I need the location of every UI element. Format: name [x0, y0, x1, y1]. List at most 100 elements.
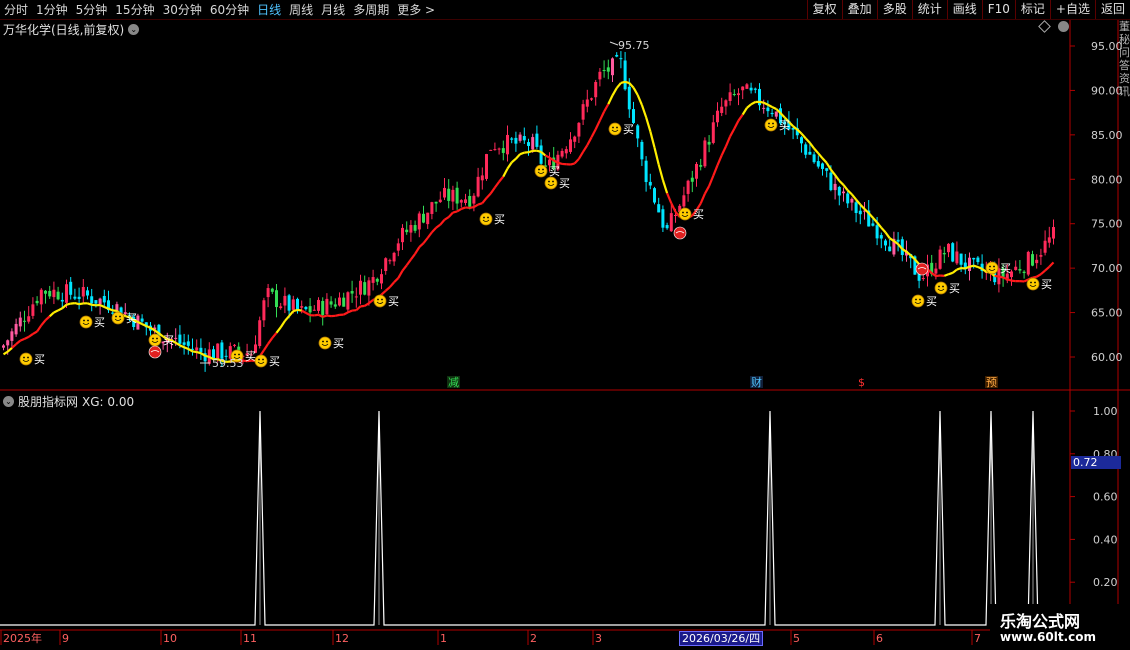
buy-signal-marker[interactable]: 买 — [608, 122, 634, 136]
sell-signal-marker[interactable] — [915, 262, 929, 276]
sell-signal-marker[interactable] — [148, 345, 162, 359]
ma-line-segment — [598, 111, 606, 121]
ma-line-segment — [998, 275, 1004, 279]
event-marker[interactable]: 财 — [751, 375, 762, 389]
candle-body — [497, 148, 501, 150]
ma-line-segment — [611, 87, 618, 96]
ma-line-segment — [422, 237, 429, 244]
candle-body — [2, 345, 5, 348]
ma-line-segment — [343, 311, 349, 316]
indicator-current-value: 0.72 — [1071, 456, 1121, 469]
candle-body — [287, 295, 291, 311]
candle-body — [1047, 237, 1051, 243]
ma-line-segment — [326, 314, 332, 318]
candle-body — [493, 149, 497, 151]
buy-signal-marker[interactable]: 买 — [534, 164, 560, 178]
indicator-y-tick: 0.40 — [1093, 533, 1118, 546]
ma-line-segment — [935, 274, 941, 278]
candle-body — [644, 160, 648, 183]
buy-signal-marker[interactable]: 买 — [318, 336, 344, 350]
ma-line-segment — [741, 107, 748, 116]
buy-signal-marker[interactable]: 买 — [544, 176, 570, 190]
ma-line-segment — [586, 136, 593, 146]
ma-line-segment — [544, 154, 551, 159]
ma-line-segment — [410, 253, 416, 261]
candle-body — [774, 111, 778, 117]
indicator-title-bar: ⌄ 股朋指标网 XG: 0.00 — [3, 393, 134, 410]
candle-body — [413, 225, 417, 231]
candle-body — [800, 137, 803, 144]
buy-label: 买 — [245, 350, 256, 363]
ma-line-segment — [196, 350, 202, 355]
candle-body — [590, 98, 593, 100]
buy-signal-marker[interactable]: 买 — [373, 294, 399, 308]
candle-body — [648, 181, 652, 186]
event-marker[interactable]: 预 — [986, 376, 997, 389]
ma-line-segment — [570, 162, 575, 166]
ma-line-segment — [74, 302, 80, 306]
buy-signal-marker[interactable]: 买 — [764, 118, 790, 132]
cursor-date-label: 2026/03/26/四 — [679, 631, 764, 646]
candle-body — [564, 149, 568, 154]
ma-line-segment — [288, 310, 295, 317]
x-axis-label: 2025年 — [3, 631, 42, 645]
ma-line-segment — [61, 303, 68, 310]
event-marker[interactable]: $ — [858, 376, 865, 389]
ma-line-segment — [465, 206, 470, 210]
candle-body — [174, 337, 178, 339]
candle-body — [459, 200, 463, 203]
candle-body — [972, 257, 976, 260]
candle-body — [879, 235, 883, 239]
ma-line-segment — [528, 149, 534, 154]
buy-signal-marker[interactable]: 买 — [254, 354, 280, 368]
ma-line-segment — [401, 264, 408, 272]
buy-signal-marker[interactable]: 买 — [79, 315, 105, 329]
buy-signal-marker[interactable]: 买 — [1026, 277, 1052, 291]
y-tick-label: 90.00 — [1091, 84, 1123, 97]
buy-signal-marker[interactable]: 买 — [911, 294, 937, 308]
buy-signal-marker[interactable]: 买 — [479, 212, 505, 226]
candle-body — [308, 306, 312, 313]
ma-line-segment — [859, 203, 866, 210]
ma-line-segment — [771, 105, 777, 110]
candle-body — [102, 295, 106, 303]
candle-body — [732, 93, 736, 95]
candle-body — [951, 243, 955, 262]
candle-body — [14, 323, 18, 335]
sell-signal-marker[interactable] — [673, 226, 687, 240]
ma-line-segment — [624, 80, 630, 85]
chevron-down-icon[interactable]: ⌄ — [3, 396, 14, 407]
ma-line-segment — [603, 103, 610, 113]
candle-body — [434, 201, 438, 204]
ma-line-segment — [28, 333, 34, 338]
ma-line-segment — [435, 223, 441, 229]
ma-line-segment — [439, 219, 446, 226]
ma-line-segment — [746, 103, 752, 109]
buy-signal-marker[interactable]: 买 — [678, 207, 704, 221]
candle-body — [354, 296, 358, 298]
candle-body — [896, 239, 900, 242]
candle-body — [745, 84, 749, 89]
candlestick-chart[interactable]: 95.00 90.00 85.00 80.00 75.00 70.00 65.00 60.00… — [0, 0, 1130, 650]
candle-body — [258, 320, 262, 347]
candle-body — [98, 298, 102, 305]
buy-signal-marker[interactable]: 买 — [19, 352, 45, 366]
event-marker[interactable]: 减 — [448, 376, 459, 389]
ma-line-segment — [699, 193, 706, 204]
ma-line-segment — [301, 309, 307, 314]
ma-line-segment — [884, 231, 891, 239]
candle-body — [44, 290, 47, 294]
side-panel-tab[interactable]: 董秘问答资讯 — [1119, 20, 1130, 390]
ma-line-segment — [460, 206, 466, 210]
ma-line-segment — [40, 319, 47, 327]
ma-line-segment — [636, 94, 643, 106]
candle-body — [619, 58, 623, 60]
ma-line-segment — [389, 281, 395, 288]
candle-body — [52, 289, 56, 298]
ma-line-segment — [536, 149, 542, 153]
candle-body — [762, 107, 766, 109]
buy-signal-marker[interactable]: 买 — [934, 281, 960, 295]
candle-body — [623, 60, 627, 90]
ma-line-segment — [6, 347, 13, 353]
candle-body — [371, 277, 375, 283]
